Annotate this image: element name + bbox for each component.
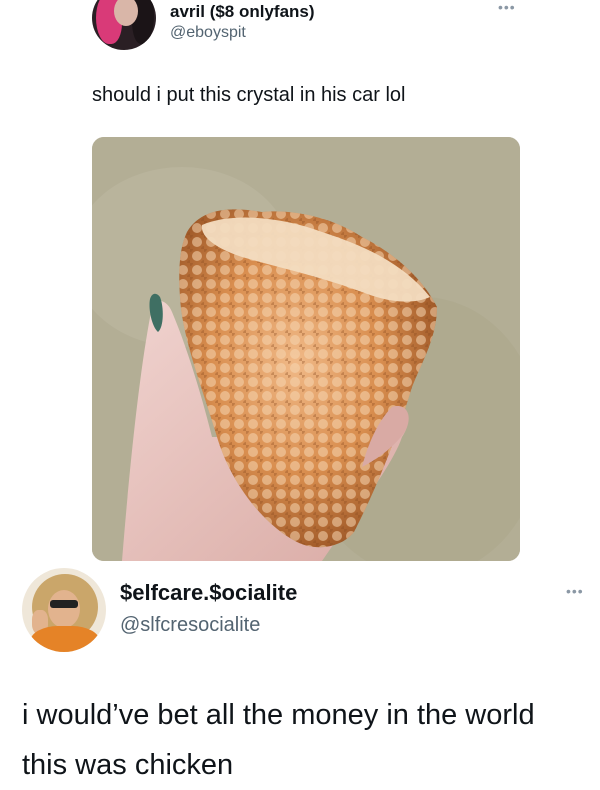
avatar-shirt: [30, 626, 100, 652]
ellipsis-icon[interactable]: •••: [498, 0, 516, 14]
tweet-text: should i put this crystal in his car lol: [92, 84, 406, 106]
display-name[interactable]: avril ($8 onlyfans): [170, 2, 315, 22]
tweet-photo[interactable]: [92, 137, 520, 561]
user-handle[interactable]: @slfcresocialite: [120, 614, 260, 637]
crystal-photo-illustration: [92, 137, 520, 561]
avatar-face: [48, 590, 80, 628]
avatar[interactable]: [92, 0, 156, 50]
ellipsis-icon[interactable]: •••: [566, 584, 584, 598]
avatar[interactable]: [22, 568, 106, 652]
sunglasses-icon: [50, 600, 78, 608]
tweet-text: i would’ve bet all the money in the worl…: [22, 699, 535, 781]
user-handle[interactable]: @eboyspit: [170, 24, 246, 42]
tweet-quoted: avril ($8 onlyfans) @eboyspit ••• should…: [0, 0, 600, 561]
display-name[interactable]: $elfcare.$ocialite: [120, 580, 297, 606]
